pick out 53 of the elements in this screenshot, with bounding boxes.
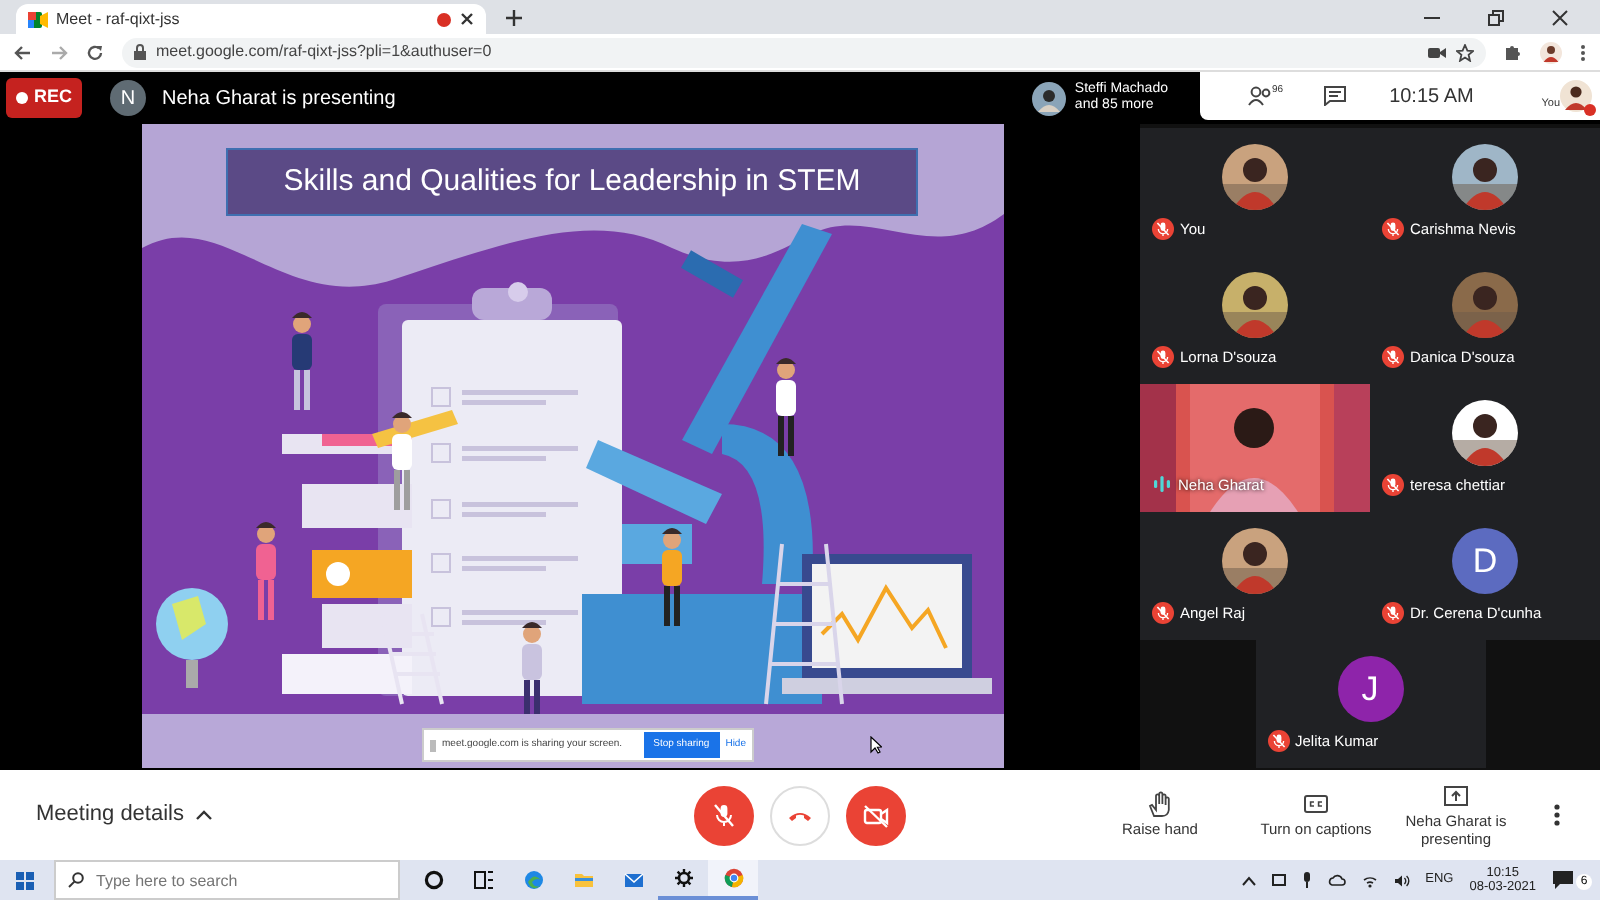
cloud-icon[interactable]	[1327, 874, 1346, 886]
avatar-initial: N	[110, 80, 147, 116]
clock-time: 10:15 AM	[1389, 83, 1474, 111]
taskbar-search-field[interactable]: Type here to search	[54, 860, 400, 900]
task-view-icon	[473, 870, 493, 890]
camera-off-icon	[862, 801, 890, 829]
chrome-icon	[723, 868, 743, 888]
meet-logo-icon	[28, 11, 48, 27]
close-icon[interactable]	[460, 12, 474, 26]
speaker-icon[interactable]	[1393, 873, 1410, 887]
mic-off-icon	[710, 801, 738, 829]
search-icon	[68, 872, 84, 888]
star-icon[interactable]	[1456, 43, 1474, 61]
folder-icon	[573, 870, 593, 890]
notification-icon[interactable]	[1552, 870, 1574, 890]
chevron-up-icon[interactable]	[1241, 875, 1256, 885]
cortana-icon	[423, 870, 443, 890]
mic-button[interactable]	[694, 785, 754, 845]
chat-icon[interactable]	[1323, 86, 1346, 106]
new-tab-icon[interactable]	[506, 10, 522, 26]
avatar-initial: J	[1337, 655, 1403, 722]
captions-icon	[1302, 790, 1330, 819]
wifi-icon[interactable]	[1361, 873, 1378, 887]
lock-icon	[134, 44, 146, 60]
settings-icon	[673, 868, 693, 888]
meeting-details-button[interactable]: Meeting details	[24, 796, 224, 834]
tab-title: Meet - raf-qixt-jss	[56, 7, 182, 31]
presenting-text: Neha Gharat is presenting	[162, 85, 396, 113]
record-dot-icon	[16, 92, 28, 104]
browser-tab[interactable]: Meet - raf-qixt-jss	[16, 4, 486, 34]
present-screen-icon	[1442, 781, 1470, 810]
back-icon[interactable]	[14, 43, 32, 61]
badge-icon	[1584, 104, 1596, 116]
slide-title: Skills and Qualities for Leadership in STEM	[226, 148, 918, 216]
edge-icon	[523, 870, 543, 890]
camera-icon[interactable]	[1428, 45, 1446, 59]
puzzle-icon[interactable]	[1504, 43, 1522, 61]
mail-icon	[623, 870, 643, 890]
microphone-icon[interactable]	[1301, 872, 1312, 888]
close-icon[interactable]	[1552, 10, 1568, 26]
drag-icon	[430, 739, 436, 751]
rec-button[interactable]: REC	[6, 78, 83, 118]
reload-icon[interactable]	[86, 43, 104, 61]
caret-icon	[196, 810, 212, 820]
cursor-icon	[870, 736, 882, 754]
restore-icon[interactable]	[1488, 10, 1504, 26]
more-icon[interactable]	[1580, 43, 1586, 61]
chrome-button[interactable]	[708, 860, 758, 900]
hand-icon	[1146, 790, 1174, 819]
camera-button[interactable]	[846, 785, 906, 845]
more-icon[interactable]	[1554, 804, 1560, 826]
avatar-initial: D	[1452, 527, 1518, 594]
windows-start-icon[interactable]	[16, 871, 34, 889]
